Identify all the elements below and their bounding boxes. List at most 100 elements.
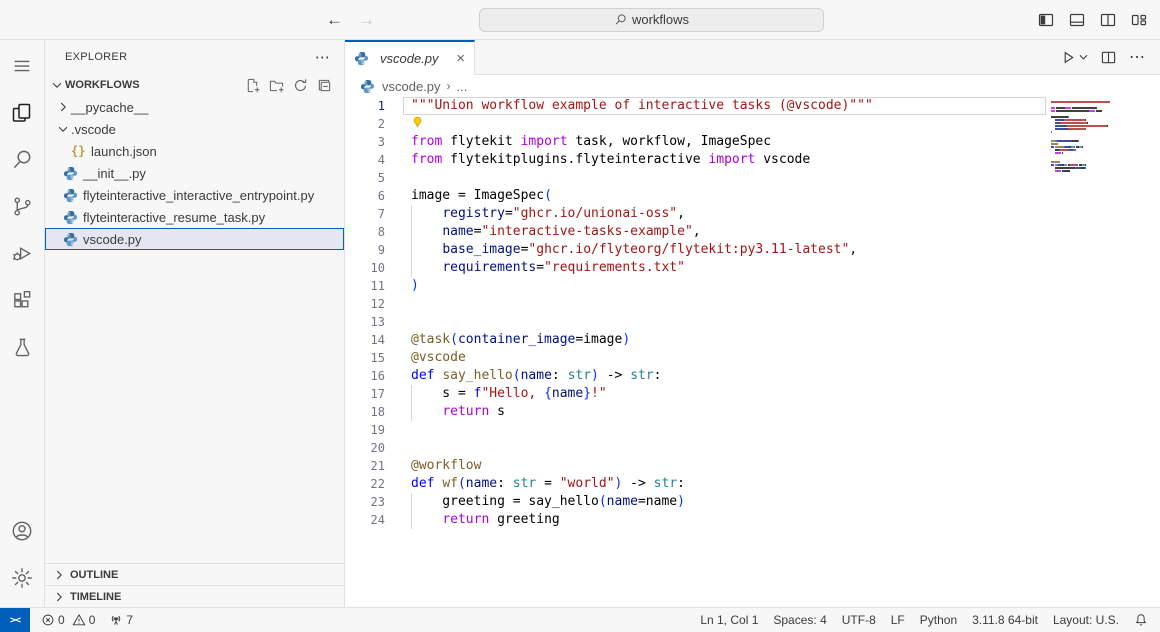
status-item-spaces-4[interactable]: Spaces: 4 <box>773 613 826 627</box>
code-line-4[interactable]: 4from flytekitplugins.flyteinteractive i… <box>345 151 1160 169</box>
status-item-ln-1-col-1[interactable]: Ln 1, Col 1 <box>700 613 758 627</box>
line-number[interactable]: 11 <box>345 277 385 295</box>
notifications-bell-icon[interactable] <box>1134 613 1148 627</box>
code-line-8[interactable]: 8 name="interactive-tasks-example", <box>345 223 1160 241</box>
status-item-utf-8[interactable]: UTF-8 <box>842 613 876 627</box>
file-tree-item-flyteinteractive-interactive-entrypoint-py[interactable]: flyteinteractive_interactive_entrypoint.… <box>45 184 344 206</box>
line-number[interactable]: 19 <box>345 421 385 439</box>
code-line-18[interactable]: 18 return s <box>345 403 1160 421</box>
workspace-section-header[interactable]: WORKFLOWS <box>45 74 344 96</box>
problems-indicator[interactable]: 0 0 <box>41 613 95 627</box>
more-actions-icon[interactable]: ⋯ <box>1129 47 1145 67</box>
code-line-3[interactable]: 3from flytekit import task, workflow, Im… <box>345 133 1160 151</box>
code-line-16[interactable]: 16def say_hello(name: str) -> str: <box>345 367 1160 385</box>
line-number[interactable]: 24 <box>345 511 385 529</box>
file-tree-item-flyteinteractive-resume-task-py[interactable]: flyteinteractive_resume_task.py <box>45 206 344 228</box>
line-number[interactable]: 1 <box>345 97 385 115</box>
code-line-14[interactable]: 14@task(container_image=image) <box>345 331 1160 349</box>
status-item-3-11-8-64-bit[interactable]: 3.11.8 64-bit <box>972 613 1038 627</box>
collapse-all-icon[interactable] <box>317 78 332 93</box>
file-tree-item--pycache-[interactable]: __pycache__ <box>45 96 344 118</box>
line-number[interactable]: 18 <box>345 403 385 421</box>
toggle-secondary-sidebar-icon[interactable] <box>1100 12 1116 28</box>
tab-close-icon[interactable]: × <box>456 51 465 66</box>
minimap[interactable] <box>1051 101 1157 173</box>
line-number[interactable]: 23 <box>345 493 385 511</box>
code-line-23[interactable]: 23 greeting = say_hello(name=name) <box>345 493 1160 511</box>
code-line-6[interactable]: 6image = ImageSpec( <box>345 187 1160 205</box>
line-number[interactable]: 10 <box>345 259 385 277</box>
code-line-24[interactable]: 24 return greeting <box>345 511 1160 529</box>
code-line-5[interactable]: 5 <box>345 169 1160 187</box>
code-editor[interactable]: 1"""Union workflow example of interactiv… <box>345 97 1160 607</box>
status-item-python[interactable]: Python <box>920 613 957 627</box>
code-line-1[interactable]: 1"""Union workflow example of interactiv… <box>345 97 1160 115</box>
code-line-11[interactable]: 11) <box>345 277 1160 295</box>
section-header-timeline[interactable]: TIMELINE <box>45 585 344 607</box>
code-line-9[interactable]: 9 base_image="ghcr.io/flyteorg/flytekit:… <box>345 241 1160 259</box>
breadcrumb-file[interactable]: vscode.py <box>382 79 441 94</box>
file-tree-item-vscode-py[interactable]: vscode.py <box>45 228 344 250</box>
run-debug-icon[interactable] <box>0 230 44 277</box>
remote-indicator[interactable]: >< <box>0 608 30 632</box>
code-line-21[interactable]: 21@workflow <box>345 457 1160 475</box>
run-python-file-button[interactable] <box>1061 50 1088 65</box>
code-line-10[interactable]: 10 requirements="requirements.txt" <box>345 259 1160 277</box>
breadcrumb-symbol[interactable]: ... <box>457 79 468 94</box>
tab-vscode-py[interactable]: vscode.py × <box>345 40 475 75</box>
line-number[interactable]: 3 <box>345 133 385 151</box>
code-line-2[interactable]: 2 <box>345 115 1160 133</box>
customize-layout-icon[interactable] <box>1131 12 1147 28</box>
line-number[interactable]: 7 <box>345 205 385 223</box>
split-editor-icon[interactable] <box>1101 50 1116 65</box>
testing-icon[interactable] <box>0 324 44 371</box>
forward-arrow-button[interactable]: → <box>358 10 375 30</box>
command-center-search[interactable]: workflows <box>479 8 824 32</box>
file-tree-item--vscode[interactable]: .vscode <box>45 118 344 140</box>
file-tree-item-launch-json[interactable]: {}launch.json <box>45 140 344 162</box>
code-line-12[interactable]: 12 <box>345 295 1160 313</box>
line-number[interactable]: 13 <box>345 313 385 331</box>
search-icon[interactable] <box>0 136 44 183</box>
account-icon[interactable] <box>0 507 44 554</box>
new-folder-icon[interactable] <box>269 78 284 93</box>
status-item-lf[interactable]: LF <box>891 613 905 627</box>
line-number[interactable]: 21 <box>345 457 385 475</box>
new-file-icon[interactable] <box>245 78 260 93</box>
line-number[interactable]: 4 <box>345 151 385 169</box>
ports-indicator[interactable]: 7 <box>109 613 133 627</box>
explorer-icon[interactable] <box>0 89 44 136</box>
toggle-panel-icon[interactable] <box>1069 12 1085 28</box>
line-number[interactable]: 20 <box>345 439 385 457</box>
line-number[interactable]: 15 <box>345 349 385 367</box>
settings-icon[interactable] <box>0 554 44 601</box>
code-line-15[interactable]: 15@vscode <box>345 349 1160 367</box>
explorer-more-actions-button[interactable]: ⋯ <box>315 48 330 66</box>
section-header-outline[interactable]: OUTLINE <box>45 563 344 585</box>
minimap-line <box>1051 104 1157 106</box>
file-tree-item--init-py[interactable]: __init__.py <box>45 162 344 184</box>
line-number[interactable]: 2 <box>345 115 385 133</box>
line-number[interactable]: 17 <box>345 385 385 403</box>
code-line-7[interactable]: 7 registry="ghcr.io/unionai-oss", <box>345 205 1160 223</box>
toggle-primary-sidebar-icon[interactable] <box>1038 12 1054 28</box>
line-number[interactable]: 12 <box>345 295 385 313</box>
line-number[interactable]: 22 <box>345 475 385 493</box>
code-line-17[interactable]: 17 s = f"Hello, {name}!" <box>345 385 1160 403</box>
back-arrow-button[interactable]: ← <box>326 10 343 30</box>
line-number[interactable]: 8 <box>345 223 385 241</box>
source-control-icon[interactable] <box>0 183 44 230</box>
line-number[interactable]: 16 <box>345 367 385 385</box>
extensions-icon[interactable] <box>0 277 44 324</box>
line-number[interactable]: 14 <box>345 331 385 349</box>
code-line-22[interactable]: 22def wf(name: str = "world") -> str: <box>345 475 1160 493</box>
refresh-icon[interactable] <box>293 78 308 93</box>
line-number[interactable]: 5 <box>345 169 385 187</box>
code-line-13[interactable]: 13 <box>345 313 1160 331</box>
code-line-20[interactable]: 20 <box>345 439 1160 457</box>
status-item-layout-u-s[interactable]: Layout: U.S. <box>1053 613 1119 627</box>
line-number[interactable]: 9 <box>345 241 385 259</box>
line-number[interactable]: 6 <box>345 187 385 205</box>
menu-icon[interactable] <box>0 42 44 89</box>
code-line-19[interactable]: 19 <box>345 421 1160 439</box>
